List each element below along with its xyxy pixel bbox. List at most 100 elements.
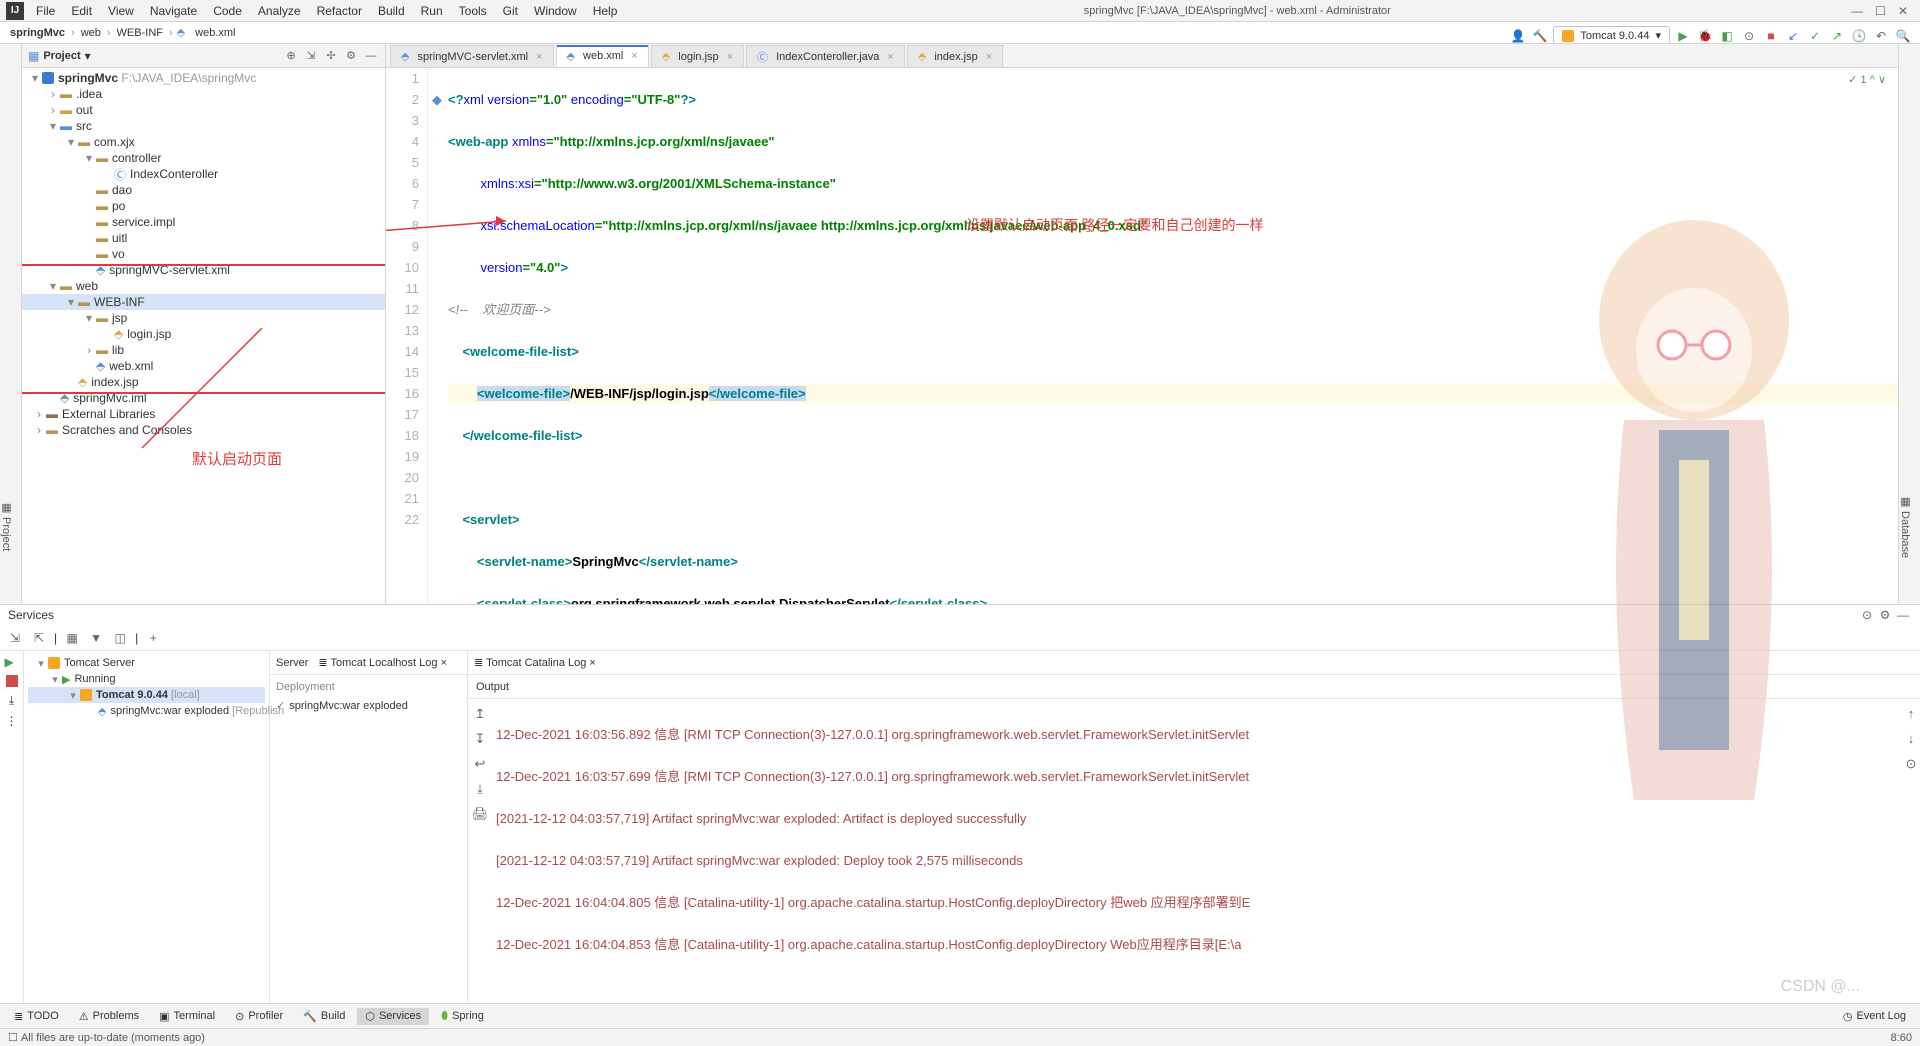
revert-icon[interactable]: ↶ xyxy=(1872,27,1890,45)
profile-icon[interactable]: ⊙ xyxy=(1740,27,1758,45)
breadcrumb-web[interactable]: web xyxy=(79,27,103,39)
caret-position[interactable]: 8:60 xyxy=(1891,1032,1912,1044)
collapse-icon[interactable]: ✢ xyxy=(323,48,339,64)
problems-icon: ⚠ xyxy=(79,1010,89,1023)
inspection-indicator[interactable]: ✓ 1 ^ ∨ xyxy=(1848,70,1886,91)
scroll-end-icon[interactable]: ⤓ xyxy=(477,778,483,799)
menu-help[interactable]: Help xyxy=(587,2,624,20)
deploy-icon[interactable]: ⤓ xyxy=(9,693,14,708)
artifact-icon: ⬘ xyxy=(98,705,106,718)
nav-down-icon[interactable]: ↓ xyxy=(1908,728,1915,749)
search-icon[interactable]: 🔍 xyxy=(1894,27,1912,45)
tab-services[interactable]: ⬡Services xyxy=(357,1008,429,1025)
target-icon[interactable]: ⊙ xyxy=(1906,753,1917,774)
server-tab[interactable]: Server xyxy=(276,657,308,669)
chevron-down-icon[interactable]: ▾ xyxy=(85,49,91,63)
maximize-icon[interactable]: ☐ xyxy=(1875,4,1886,18)
stop-icon[interactable] xyxy=(6,675,18,687)
breadcrumb-file[interactable]: web.xml xyxy=(193,27,237,39)
tab-event-log[interactable]: ◷Event Log xyxy=(1835,1008,1914,1025)
run-configuration[interactable]: Tomcat 9.0.44 ▾ xyxy=(1553,26,1670,45)
build-icon[interactable]: 🔨 xyxy=(1531,27,1549,45)
deploy-item[interactable]: ✓springMvc:war exploded xyxy=(276,699,461,712)
services-options-icon[interactable]: ⊙ xyxy=(1858,606,1876,624)
localhost-log-tab[interactable]: ≣ Tomcat Localhost Log × xyxy=(318,656,447,669)
tab-problems[interactable]: ⚠Problems xyxy=(71,1008,147,1025)
menu-build[interactable]: Build xyxy=(372,2,411,20)
log-icon: ≣ xyxy=(318,657,327,669)
menu-run[interactable]: Run xyxy=(415,2,449,20)
services-tree[interactable]: ▾Tomcat Server ▾▶Running ▾Tomcat 9.0.44 … xyxy=(24,651,270,1003)
menu-refactor[interactable]: Refactor xyxy=(311,2,368,20)
menu-view[interactable]: View xyxy=(102,2,140,20)
soft-wrap-icon[interactable]: ↩ xyxy=(475,753,486,774)
close-tab-icon[interactable]: × xyxy=(536,51,542,63)
tab-index-jsp[interactable]: ⬘index.jsp× xyxy=(907,45,1003,67)
menu-code[interactable]: Code xyxy=(207,2,248,20)
close-tab-icon[interactable]: × xyxy=(986,51,992,63)
hide-icon[interactable]: — xyxy=(363,48,379,64)
debug-icon[interactable]: 🐞 xyxy=(1696,27,1714,45)
project-header[interactable]: Project xyxy=(43,50,80,62)
tab-terminal[interactable]: ▣Terminal xyxy=(151,1008,223,1025)
breadcrumb-webinf[interactable]: WEB-INF xyxy=(115,27,165,39)
scroll-top-icon[interactable]: ↥ xyxy=(475,703,486,724)
git-commit-icon[interactable]: ✓ xyxy=(1806,27,1824,45)
git-update-icon[interactable]: ↙ xyxy=(1784,27,1802,45)
menu-analyze[interactable]: Analyze xyxy=(252,2,307,20)
git-push-icon[interactable]: ↗ xyxy=(1828,27,1846,45)
add-icon[interactable]: + xyxy=(144,629,162,647)
folder-icon: ▬ xyxy=(60,87,72,101)
tab-spring[interactable]: ⬮Spring xyxy=(433,1008,492,1025)
output-label: Output xyxy=(476,681,509,693)
console-output[interactable]: 12-Dec-2021 16:03:56.892 信息 [RMI TCP Con… xyxy=(492,699,1902,1003)
coverage-icon[interactable]: ◧ xyxy=(1718,27,1736,45)
breadcrumb-project[interactable]: springMvc xyxy=(8,27,67,39)
tab-todo[interactable]: ≣TODO xyxy=(6,1008,67,1025)
catalina-log-tab[interactable]: ≣ Tomcat Catalina Log × xyxy=(474,656,596,669)
tab-profiler[interactable]: ⊙Profiler xyxy=(227,1008,291,1025)
gear-icon[interactable]: ⚙ xyxy=(1876,606,1894,624)
code-annotation: 设置默认启动页面 路径一定要和自己创建的一样 xyxy=(966,216,1264,237)
expand-icon[interactable]: ⇲ xyxy=(303,48,319,64)
xml-icon: ⬘ xyxy=(96,263,105,277)
collapse-all-icon[interactable]: ⇱ xyxy=(30,629,48,647)
layout-icon[interactable]: ◫ xyxy=(111,629,129,647)
close-tab-icon[interactable]: × xyxy=(631,50,637,62)
nav-up-icon[interactable]: ↑ xyxy=(1908,703,1915,724)
package-icon: ▬ xyxy=(96,231,108,245)
status-icon: ☐ xyxy=(8,1031,18,1044)
menu-file[interactable]: File xyxy=(30,2,61,20)
scroll-bottom-icon[interactable]: ↧ xyxy=(475,728,486,749)
expand-all-icon[interactable]: ⇲ xyxy=(6,629,24,647)
print-icon[interactable]: 🖨 xyxy=(472,803,489,824)
close-tab-icon[interactable]: × xyxy=(887,51,893,63)
run-icon[interactable]: ▶ xyxy=(1674,27,1692,45)
history-icon[interactable]: 🕓 xyxy=(1850,27,1868,45)
tab-web-xml[interactable]: ⬘web.xml× xyxy=(556,45,649,67)
menu-git[interactable]: Git xyxy=(497,2,524,20)
run-icon[interactable]: ▶ xyxy=(5,655,19,669)
menu-window[interactable]: Window xyxy=(528,2,583,20)
spring-icon: ⬮ xyxy=(441,1010,448,1023)
gear-icon[interactable]: ⚙ xyxy=(343,48,359,64)
minimize-icon[interactable]: — xyxy=(1851,4,1863,18)
jsp-icon: ⬘ xyxy=(662,50,670,63)
stop-icon[interactable]: ■ xyxy=(1762,27,1780,45)
tab-build[interactable]: 🔨Build xyxy=(295,1008,353,1025)
more-icon[interactable]: ⋮ xyxy=(6,714,18,728)
menu-tools[interactable]: Tools xyxy=(453,2,493,20)
group-icon[interactable]: ▦ xyxy=(63,629,81,647)
tab-servlet-xml[interactable]: ⬘springMVC-servlet.xml× xyxy=(390,45,554,67)
select-target-icon[interactable]: ⊕ xyxy=(283,48,299,64)
hide-icon[interactable]: — xyxy=(1894,606,1912,624)
menu-navigate[interactable]: Navigate xyxy=(144,2,203,20)
filter-icon[interactable]: ▼ xyxy=(87,629,105,647)
menu-edit[interactable]: Edit xyxy=(65,2,98,20)
close-tab-icon[interactable]: × xyxy=(727,51,733,63)
tab-index-controller[interactable]: ⒸIndexConteroller.java× xyxy=(746,45,905,67)
tab-login-jsp[interactable]: ⬘login.jsp× xyxy=(651,45,744,67)
close-icon[interactable]: ✕ xyxy=(1898,4,1908,18)
user-icon[interactable]: 👤 xyxy=(1509,27,1527,45)
jsp-icon: ⬘ xyxy=(114,327,123,341)
